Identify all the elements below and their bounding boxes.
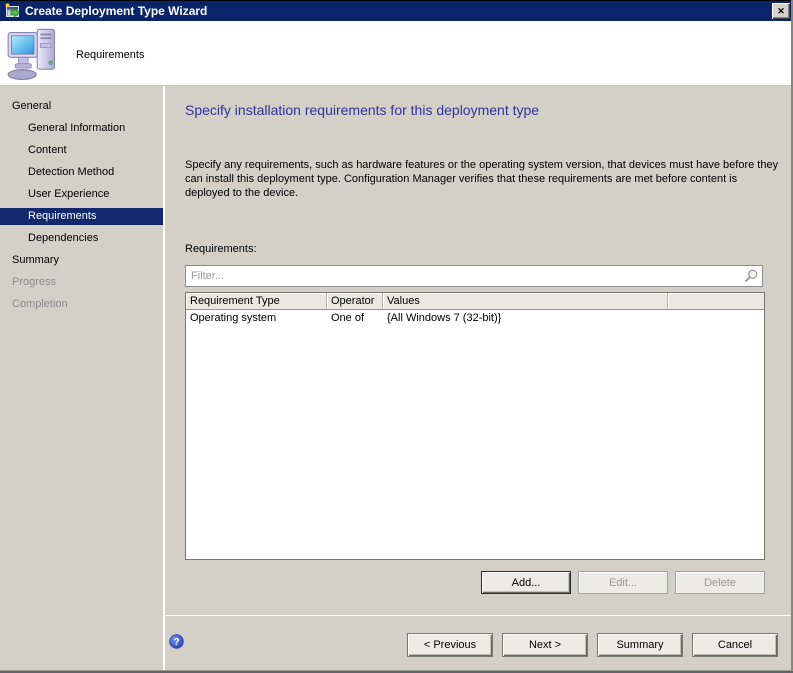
app-icon (5, 3, 21, 19)
wizard-nav-sidebar: General General Information Content Dete… (0, 86, 163, 673)
sidebar-item-content[interactable]: Content (0, 142, 163, 159)
column-header-operator[interactable]: Operator (327, 293, 383, 309)
wizard-step-title: Requirements (76, 49, 144, 61)
wizard-header: Requirements (0, 21, 793, 86)
column-header-requirement-type[interactable]: Requirement Type (186, 293, 327, 309)
computer-icon (6, 25, 62, 81)
requirements-label: Requirements: (185, 243, 257, 255)
window-title: Create Deployment Type Wizard (25, 4, 772, 18)
summary-button[interactable]: Summary (597, 633, 683, 657)
previous-button[interactable]: < Previous (407, 633, 493, 657)
filter-box (185, 265, 763, 287)
sidebar-item-user-experience[interactable]: User Experience (0, 186, 163, 203)
sidebar-item-completion: Completion (0, 296, 163, 313)
sidebar-item-summary[interactable]: Summary (0, 252, 163, 269)
sidebar-item-requirements[interactable]: Requirements (0, 208, 163, 225)
edit-button: Edit... (578, 571, 668, 594)
delete-button: Delete (675, 571, 765, 594)
titlebar: Create Deployment Type Wizard ✕ (0, 0, 793, 21)
table-row[interactable]: Operating system One of {All Windows 7 (… (186, 310, 764, 327)
page-description: Specify any requirements, such as hardwa… (185, 158, 779, 200)
wizard-window: { "window": { "title": "Create Deploymen… (0, 0, 793, 673)
help-icon[interactable]: ? (168, 633, 185, 650)
wizard-page: Specify installation requirements for th… (165, 86, 793, 673)
add-button[interactable]: Add... (481, 571, 571, 594)
page-heading: Specify installation requirements for th… (185, 102, 539, 118)
requirement-actions: Add... Edit... Delete (481, 571, 765, 594)
table-header: Requirement Type Operator Values (186, 293, 764, 310)
cell-values: {All Windows 7 (32-bit)} (383, 310, 668, 327)
search-icon (743, 268, 759, 284)
sidebar-item-detection-method[interactable]: Detection Method (0, 164, 163, 181)
svg-text:?: ? (173, 637, 179, 648)
cell-operator: One of (327, 310, 383, 327)
column-header-blank (668, 293, 764, 309)
sidebar-item-progress: Progress (0, 274, 163, 291)
cell-requirement-type: Operating system (186, 310, 327, 327)
wizard-nav-buttons: < Previous Next > Summary Cancel (407, 633, 778, 657)
cancel-button[interactable]: Cancel (692, 633, 778, 657)
close-icon: ✕ (777, 6, 785, 17)
sidebar-item-general-information[interactable]: General Information (0, 120, 163, 137)
filter-input[interactable] (186, 266, 738, 286)
requirements-table: Requirement Type Operator Values Operati… (185, 292, 765, 560)
sidebar-item-general[interactable]: General (0, 98, 163, 115)
sidebar-item-dependencies[interactable]: Dependencies (0, 230, 163, 247)
next-button[interactable]: Next > (502, 633, 588, 657)
cell-blank (668, 310, 764, 327)
column-header-values[interactable]: Values (383, 293, 668, 309)
footer-divider (165, 615, 791, 616)
close-button[interactable]: ✕ (772, 3, 790, 19)
